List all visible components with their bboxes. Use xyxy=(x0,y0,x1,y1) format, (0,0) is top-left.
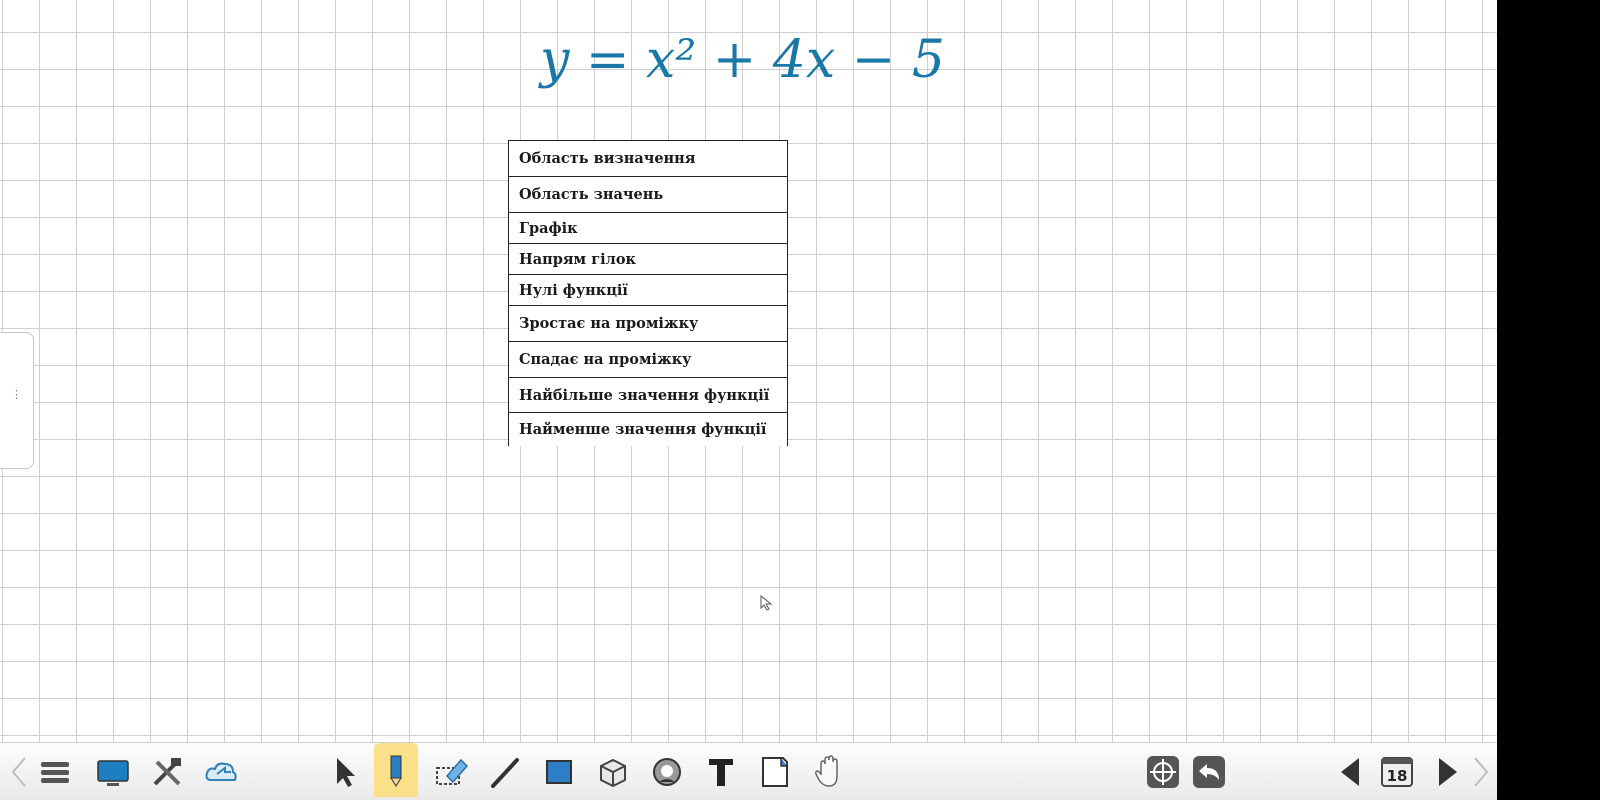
line-icon[interactable] xyxy=(484,751,526,793)
table-row: Напрям гілок xyxy=(508,243,788,275)
table-row: Область значень xyxy=(508,176,788,213)
page-number: 18 xyxy=(1386,767,1408,785)
mouse-cursor-icon xyxy=(760,595,773,611)
chevron-right-icon[interactable] xyxy=(1458,751,1497,793)
table-row: Найбільше значення функції xyxy=(508,377,788,413)
display-icon[interactable] xyxy=(92,751,134,793)
fill-icon[interactable] xyxy=(646,751,688,793)
side-panel-handle[interactable]: ⋮ xyxy=(0,332,34,469)
page-icon[interactable]: 18 xyxy=(1376,751,1418,793)
function-properties-table: Область визначення Область значень Графі… xyxy=(508,140,788,446)
rectangle-icon[interactable] xyxy=(538,751,580,793)
previous-page-icon[interactable] xyxy=(1330,751,1372,793)
drag-handle-icon: ⋮ xyxy=(11,388,22,401)
undo-icon[interactable] xyxy=(1188,751,1230,793)
table-row: Нулі функції xyxy=(508,274,788,306)
page-corner-icon[interactable] xyxy=(754,751,796,793)
eraser-icon[interactable] xyxy=(430,751,472,793)
pencil-icon[interactable] xyxy=(374,743,418,797)
table-row: Найменше значення функції xyxy=(508,412,788,446)
cube-icon[interactable] xyxy=(592,751,634,793)
menu-icon[interactable] xyxy=(34,751,76,793)
handwritten-formula: y = x² + 4x − 5 xyxy=(538,22,970,122)
table-row: Область визначення xyxy=(508,140,788,177)
whiteboard-canvas[interactable]: y = x² + 4x − 5 Область визначення Облас… xyxy=(0,0,1497,800)
table-row: Зростає на проміжку xyxy=(508,305,788,342)
tools-icon[interactable] xyxy=(146,751,188,793)
bottom-toolbar: 18 xyxy=(0,742,1497,800)
table-row: Графік xyxy=(508,212,788,244)
formula-text: y = x² + 4x − 5 xyxy=(538,30,945,90)
select-arrow-icon[interactable] xyxy=(324,751,366,793)
table-row: Спадає на проміжку xyxy=(508,341,788,378)
cloud-icon[interactable] xyxy=(200,751,242,793)
target-icon[interactable] xyxy=(1142,751,1184,793)
screen-edge xyxy=(1497,0,1600,800)
text-icon[interactable] xyxy=(700,751,742,793)
hand-icon[interactable] xyxy=(808,751,850,793)
